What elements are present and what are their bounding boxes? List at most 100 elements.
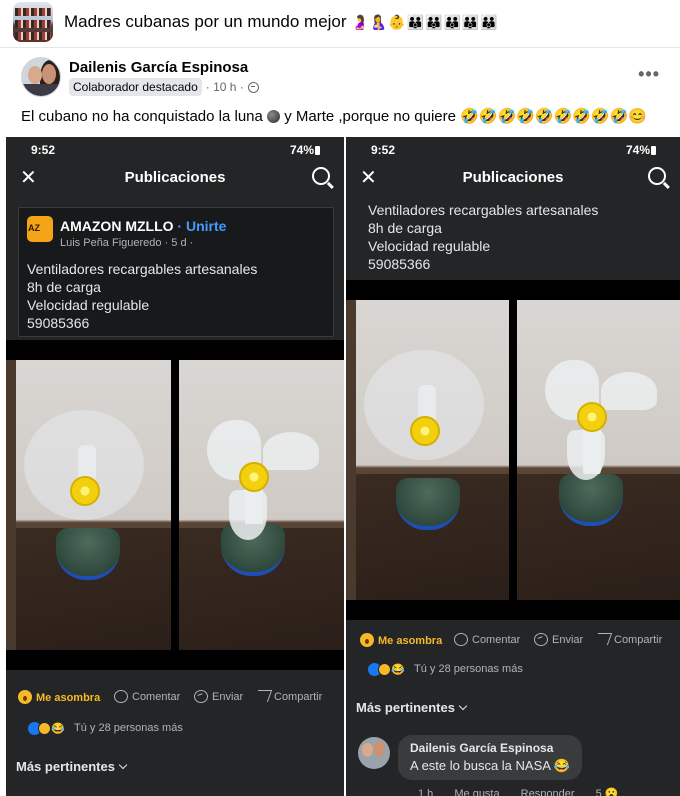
most-relevant-label: Más pertinentes xyxy=(356,700,455,715)
group-header: Madres cubanas por un mundo mejor 🤰🤱👶👪👪👪… xyxy=(0,0,680,48)
contributor-badge: Colaborador destacado xyxy=(69,78,202,96)
post-time[interactable]: · 10 h · xyxy=(206,80,244,94)
reaction-icons: 😂 xyxy=(28,722,65,735)
comment-bubble[interactable]: Dailenis García Espinosa A este lo busca… xyxy=(398,735,582,780)
group-title-emojis: 🤰🤱👶👪👪👪👪👪 xyxy=(351,14,499,30)
phone-status-bar: 9:52 74% xyxy=(6,137,344,163)
battery-text: 74% xyxy=(289,143,314,157)
phone-top-bar: ✕ Publicaciones xyxy=(6,163,344,193)
send-button[interactable]: Enviar xyxy=(534,633,583,646)
shared-post-card[interactable]: Ventiladores recargables artesanales 8h … xyxy=(346,193,680,279)
page-name[interactable]: AMAZON MZLLO · Unirte xyxy=(60,218,226,234)
comment-reply-button[interactable]: Responder xyxy=(521,788,575,796)
shared-line: 8h de carga xyxy=(27,279,101,295)
fan-photo[interactable] xyxy=(6,360,171,650)
share-button[interactable]: Compartir xyxy=(253,690,323,703)
page-name-text: AMAZON MZLLO xyxy=(60,218,174,234)
group-title[interactable]: Madres cubanas por un mundo mejor 🤰🤱👶👪👪👪… xyxy=(64,12,499,32)
comment-avatar[interactable] xyxy=(358,737,390,769)
reaction-summary-text: Tú y 28 personas más xyxy=(74,722,183,734)
phone-battery: 74% xyxy=(626,143,656,157)
most-relevant-filter[interactable]: Más pertinentes xyxy=(356,700,468,715)
shared-line: 8h de carga xyxy=(368,220,442,236)
phone-status-bar: 9:52 74% xyxy=(346,137,680,163)
group-avatar[interactable] xyxy=(13,2,53,42)
share-label: Compartir xyxy=(274,691,323,703)
shared-line: 59085366 xyxy=(27,315,90,331)
comment-label: Comentar xyxy=(132,691,181,703)
most-relevant-label: Más pertinentes xyxy=(16,759,115,774)
comment-like-button[interactable]: Me gusta xyxy=(454,788,499,796)
comment-time[interactable]: 1 h xyxy=(418,788,433,796)
comment-icon xyxy=(454,633,468,646)
comment-actions: 1 h Me gusta Responder 5 😮 xyxy=(418,787,636,796)
photo-strip xyxy=(346,280,680,620)
phone-top-bar: ✕ Publicaciones xyxy=(346,163,680,193)
send-label: Enviar xyxy=(552,634,584,646)
reaction-bar: Me asombra Comentar Enviar Compartir xyxy=(6,682,344,712)
wow-icon xyxy=(360,633,374,647)
phone-title: Publicaciones xyxy=(462,169,564,186)
comment-author[interactable]: Dailenis García Espinosa xyxy=(410,741,570,755)
shared-post-card[interactable]: AMAZON MZLLO · Unirte Luis Peña Figuered… xyxy=(18,207,334,337)
share-icon xyxy=(253,690,273,702)
phone-time: 9:52 xyxy=(371,143,396,157)
wow-icon xyxy=(18,690,32,704)
wow-button[interactable]: Me asombra xyxy=(360,633,442,647)
photo-strip xyxy=(6,340,344,670)
wow-button[interactable]: Me asombra xyxy=(18,690,100,704)
send-icon xyxy=(194,690,208,703)
post-text-before: El cubano no ha conquistado la luna xyxy=(21,108,268,125)
battery-icon xyxy=(315,146,320,155)
phone-time: 9:52 xyxy=(31,143,56,157)
comment-reaction-count[interactable]: 5 😮 xyxy=(596,788,619,796)
share-label: Compartir xyxy=(614,634,663,646)
send-label: Enviar xyxy=(212,691,244,703)
screenshot-left[interactable]: 9:52 74% ✕ Publicaciones AMAZON MZLLO · … xyxy=(6,137,344,796)
most-relevant-filter[interactable]: Más pertinentes xyxy=(16,759,128,774)
wow-icon xyxy=(38,722,51,735)
battery-icon xyxy=(651,146,656,155)
moon-emoji-icon xyxy=(267,110,281,123)
fan-photo[interactable] xyxy=(179,360,344,650)
screenshot-right[interactable]: 9:52 74% ✕ Publicaciones Ventiladores re… xyxy=(346,137,680,796)
post-text-after: y Marte ,porque no quiere 🤣🤣🤣🤣🤣🤣🤣🤣🤣😊 xyxy=(280,108,647,125)
shared-line: Velocidad regulable xyxy=(368,238,491,254)
battery-text: 74% xyxy=(625,143,650,157)
wow-label: Me asombra xyxy=(378,635,443,647)
author-avatar[interactable] xyxy=(21,57,61,97)
page-logo[interactable] xyxy=(27,216,53,242)
post-text: El cubano no ha conquistado la luna y Ma… xyxy=(21,107,647,125)
shared-post-text: Ventiladores recargables artesanales 8h … xyxy=(27,260,257,332)
reaction-summary-text: Tú y 28 personas más xyxy=(414,663,523,675)
wow-icon xyxy=(378,663,391,676)
send-button[interactable]: Enviar xyxy=(194,690,243,703)
shared-line: 59085366 xyxy=(368,256,431,272)
comment-button[interactable]: Comentar xyxy=(114,690,180,703)
shared-post-text: Ventiladores recargables artesanales 8h … xyxy=(368,201,598,273)
reaction-bar: Me asombra Comentar Enviar Compartir xyxy=(346,625,680,655)
fan-photo[interactable] xyxy=(346,300,509,600)
shared-line: Ventiladores recargables artesanales xyxy=(27,261,258,277)
search-icon[interactable] xyxy=(648,167,666,185)
send-icon xyxy=(534,633,548,646)
chevron-down-icon xyxy=(118,760,128,770)
more-options-button[interactable]: ••• xyxy=(638,64,660,85)
share-button[interactable]: Compartir xyxy=(593,633,663,646)
search-icon[interactable] xyxy=(312,167,330,185)
shared-line: Velocidad regulable xyxy=(27,297,150,313)
phone-battery: 74% xyxy=(290,143,320,157)
fan-photo[interactable] xyxy=(517,300,680,600)
laugh-icon: 😂 xyxy=(391,664,405,676)
chevron-down-icon xyxy=(458,701,468,711)
join-link[interactable]: · Unirte xyxy=(177,218,226,234)
post-author[interactable]: Dailenis García Espinosa xyxy=(69,59,248,76)
post-meta: Colaborador destacado · 10 h · xyxy=(69,78,259,96)
reaction-icons: 😂 xyxy=(368,663,405,676)
comment-button[interactable]: Comentar xyxy=(454,633,520,646)
comment-label: Comentar xyxy=(472,634,521,646)
shared-post-sub: Luis Peña Figueredo · 5 d · xyxy=(60,237,194,249)
wow-label: Me asombra xyxy=(36,692,101,704)
group-title-text: Madres cubanas por un mundo mejor xyxy=(64,12,347,31)
globe-icon xyxy=(247,81,259,93)
